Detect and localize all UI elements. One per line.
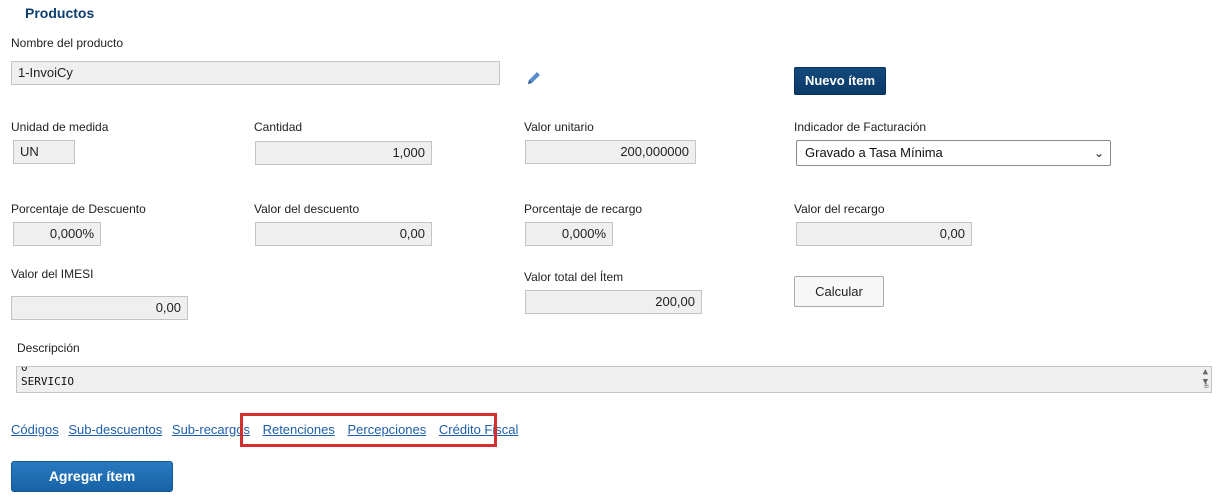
chevron-down-icon: ⌄ [1093, 146, 1104, 160]
surcharge-value-label: Valor del recargo [794, 202, 885, 216]
new-item-button[interactable]: Nuevo ítem [794, 67, 886, 95]
unit-value-field[interactable]: 200,000000 [525, 140, 696, 164]
surcharge-percent-label: Porcentaje de recargo [524, 202, 643, 216]
discount-percent-field[interactable]: 0,000% [13, 222, 101, 246]
product-name-label: Nombre del producto [11, 36, 124, 50]
calculate-button[interactable]: Calcular [794, 276, 884, 307]
description-label: Descripción [17, 341, 80, 355]
billing-indicator-label: Indicador de Facturación [794, 120, 927, 134]
resize-handle-icon[interactable]: ≐ [1204, 382, 1209, 392]
link-codigos[interactable]: Códigos [11, 422, 59, 437]
surcharge-value-field[interactable]: 0,00 [796, 222, 972, 246]
imesi-value-field[interactable]: 0,00 [11, 296, 188, 320]
unit-field[interactable]: UN [13, 140, 75, 164]
imesi-value-label: Valor del IMESI [11, 267, 94, 281]
billing-indicator-select[interactable]: Gravado a Tasa Mínima ⌄ [796, 140, 1111, 166]
quantity-field[interactable]: 1,000 [255, 141, 432, 165]
pencil-icon[interactable] [526, 70, 542, 91]
add-item-button[interactable]: Agregar ítem [11, 461, 173, 492]
discount-value-field[interactable]: 0,00 [255, 222, 432, 246]
billing-indicator-value: Gravado a Tasa Mínima [805, 145, 943, 160]
discount-value-label: Valor del descuento [254, 202, 360, 216]
link-sub-recargos[interactable]: Sub-recargos [172, 422, 250, 437]
description-line-2: SERVICIO [21, 375, 74, 388]
link-sub-descuentos[interactable]: Sub-descuentos [68, 422, 162, 437]
item-total-label: Valor total del Ítem [524, 270, 624, 284]
section-title: Productos [25, 5, 95, 21]
product-name-field[interactable]: 1-InvoiCy [11, 61, 500, 85]
annotation-highlight-box [240, 413, 497, 447]
item-total-field[interactable]: 200,00 [525, 290, 702, 314]
description-textarea[interactable]: 0 SERVICIO ▲ ▼ ≐ [16, 366, 1212, 393]
surcharge-percent-field[interactable]: 0,000% [525, 222, 613, 246]
description-line-1: 0 [21, 366, 28, 374]
quantity-label: Cantidad [254, 120, 303, 134]
unit-value-label: Valor unitario [524, 120, 594, 134]
discount-percent-label: Porcentaje de Descuento [11, 202, 146, 216]
unit-label: Unidad de medida [11, 120, 109, 134]
